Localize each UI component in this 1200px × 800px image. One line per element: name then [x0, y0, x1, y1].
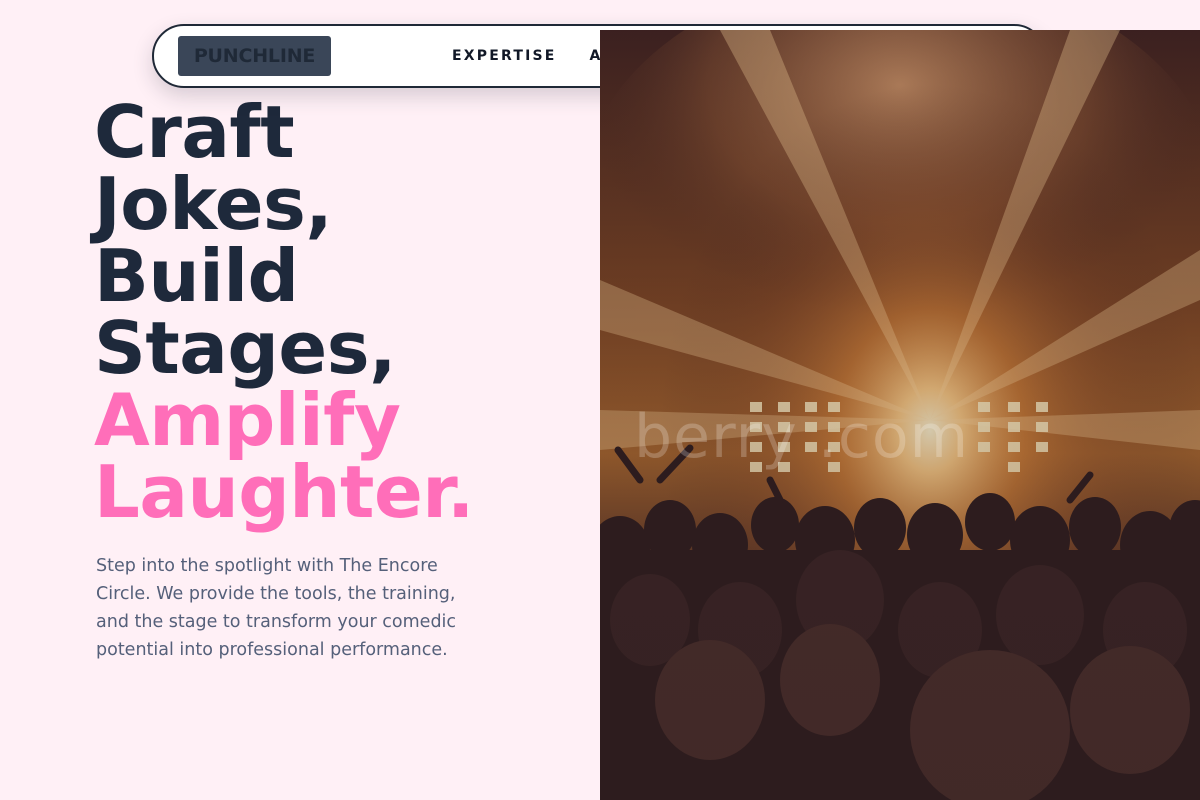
- hero-title-line: Build: [94, 234, 299, 318]
- hero-title-accent-line: Amplify: [94, 378, 401, 462]
- hero-title-line: Jokes,: [94, 162, 333, 246]
- hero-title-accent-line: Laughter.: [94, 450, 474, 534]
- hero-title-line: Stages,: [94, 306, 396, 390]
- hero-description: Step into the spotlight with The Encore …: [96, 556, 457, 660]
- hero-title: Craft Jokes, Build Stages, Amplify Laugh…: [94, 96, 474, 528]
- image-watermark: berry .com: [634, 402, 970, 472]
- nav-links: EXPERTISE AB: [452, 26, 615, 86]
- nav-link-expertise[interactable]: EXPERTISE: [452, 48, 557, 64]
- hero-image-concert-crowd: berry .com: [600, 30, 1200, 800]
- logo-button[interactable]: PUNCHLINE: [178, 36, 331, 76]
- hero-title-line: Craft: [94, 90, 295, 174]
